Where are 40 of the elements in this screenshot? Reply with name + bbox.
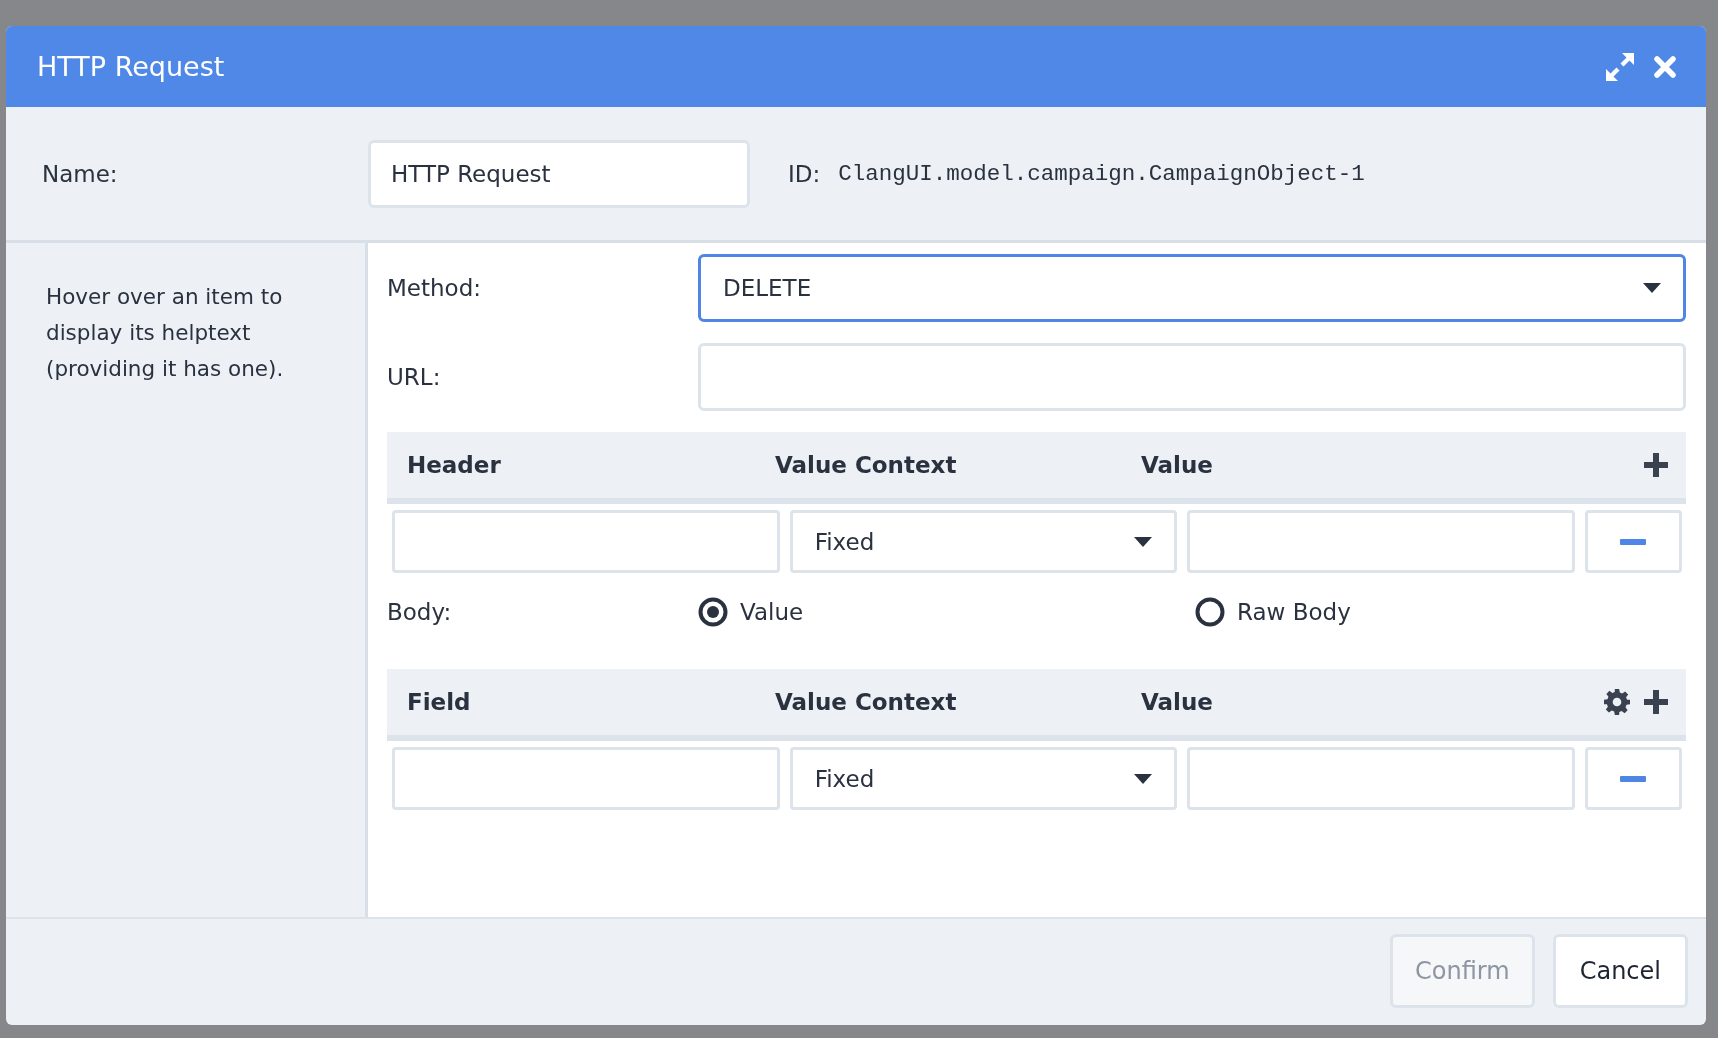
context-dropdown[interactable]: Fixed — [789, 747, 1178, 810]
column-header: Value Context — [775, 689, 958, 715]
name-input[interactable]: HTTP Request — [368, 139, 750, 208]
radio-label[interactable]: Raw Body — [1237, 599, 1351, 625]
field-label: Method: — [387, 275, 482, 301]
remove-button[interactable] — [1585, 510, 1682, 573]
column-header: Value — [1141, 689, 1214, 715]
field-label: Body: — [387, 599, 453, 625]
add-icon[interactable] — [1644, 453, 1668, 477]
input-field[interactable] — [392, 510, 780, 573]
context-dropdown[interactable]: Fixed — [789, 510, 1178, 573]
field-label: Name: — [42, 160, 119, 187]
window-title: HTTP Request — [37, 51, 225, 82]
input-field[interactable] — [1187, 510, 1575, 573]
column-header: Field — [407, 689, 472, 715]
add-icon[interactable] — [1644, 690, 1668, 714]
id-value: ClangUI.model.campaign.CampaignObject-1 — [838, 160, 1365, 187]
expand-icon[interactable] — [1606, 52, 1634, 81]
input-field[interactable] — [1187, 747, 1575, 810]
caret-icon — [1134, 773, 1153, 784]
radio-button[interactable] — [698, 597, 728, 627]
caret-icon — [1643, 283, 1661, 293]
input-field[interactable] — [392, 747, 780, 810]
settings-icon[interactable] — [1604, 689, 1630, 715]
minus-icon — [1620, 538, 1647, 545]
close-icon[interactable] — [1654, 55, 1676, 78]
radio-label[interactable]: Value — [740, 599, 804, 625]
minus-icon — [1620, 775, 1647, 782]
radio-button[interactable] — [1195, 597, 1225, 627]
column-header: Value — [1141, 452, 1214, 478]
help-text: Hover over an item to display its helptext (providing it has one). — [46, 283, 285, 383]
dialog-button[interactable]: Cancel — [1552, 934, 1688, 1008]
column-header: Header — [407, 452, 502, 478]
method-dropdown[interactable]: DELETE — [698, 254, 1686, 322]
field-label: ID: — [788, 160, 821, 187]
field-label: URL: — [387, 364, 442, 390]
caret-icon — [1134, 536, 1153, 547]
remove-button[interactable] — [1585, 747, 1682, 810]
url-input[interactable] — [698, 343, 1686, 411]
column-header: Value Context — [775, 452, 958, 478]
